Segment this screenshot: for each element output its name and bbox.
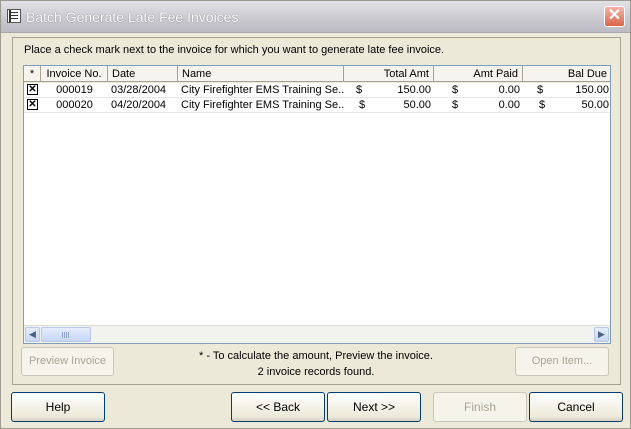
footnote-line-1: * - To calculate the amount, Preview the… bbox=[199, 350, 433, 362]
preview-invoice-button[interactable]: Preview Invoice bbox=[21, 347, 114, 376]
column-header-name[interactable]: Name bbox=[178, 66, 344, 82]
scroll-right-arrow-icon[interactable]: ▶ bbox=[594, 327, 609, 342]
bal-due-cell: $ 50.00 bbox=[523, 98, 610, 113]
footnote: * - To calculate the amount, Preview the… bbox=[181, 348, 451, 380]
column-header-invoice-no[interactable]: Invoice No. bbox=[41, 66, 108, 82]
row-checkbox[interactable]: ✕ bbox=[27, 99, 38, 110]
finish-button[interactable]: Finish bbox=[433, 392, 527, 422]
help-button[interactable]: Help bbox=[11, 392, 105, 422]
table-row[interactable]: ✕ 000020 04/20/2004 City Firefighter EMS… bbox=[24, 98, 610, 113]
bal-currency-symbol: $ bbox=[539, 99, 546, 111]
invoice-grid[interactable]: * Invoice No. Date Name Total Amt Amt Pa… bbox=[23, 65, 611, 344]
row-checkbox-cell: ✕ bbox=[24, 83, 41, 98]
total-amt-cell: $ 150.00 bbox=[344, 83, 434, 98]
open-item-button[interactable]: Open Item... bbox=[515, 347, 609, 376]
bal-due-cell: $ 150.00 bbox=[523, 83, 610, 98]
total-amt-value: 50.00 bbox=[403, 99, 431, 111]
window-title: Batch Generate Late Fee Invoices bbox=[26, 9, 239, 25]
column-header-total-amt[interactable]: Total Amt bbox=[344, 66, 434, 82]
amt-paid-value: 0.00 bbox=[498, 84, 520, 96]
column-header-check[interactable]: * bbox=[24, 66, 41, 82]
amt-paid-cell: $ 0.00 bbox=[434, 98, 523, 113]
amt-paid-cell: $ 0.00 bbox=[434, 83, 523, 98]
app-document-icon bbox=[7, 9, 21, 23]
total-currency-symbol: $ bbox=[359, 99, 366, 111]
name-cell: City Firefighter EMS Training Se... bbox=[178, 98, 344, 113]
column-header-amt-paid[interactable]: Amt Paid bbox=[434, 66, 523, 82]
back-button[interactable]: << Back bbox=[231, 392, 325, 422]
cancel-button[interactable]: Cancel bbox=[529, 392, 623, 422]
bal-currency-symbol: $ bbox=[537, 84, 544, 96]
column-header-date[interactable]: Date bbox=[108, 66, 178, 82]
invoice-no-cell: 000020 bbox=[41, 98, 108, 113]
title-bar[interactable]: Batch Generate Late Fee Invoices ✕ bbox=[1, 1, 630, 33]
total-amt-value: 150.00 bbox=[397, 84, 431, 96]
paid-currency-symbol: $ bbox=[452, 84, 459, 96]
invoice-no-cell: 000019 bbox=[41, 83, 108, 98]
bal-due-value: 50.00 bbox=[581, 99, 609, 111]
next-button[interactable]: Next >> bbox=[327, 392, 421, 422]
amt-paid-value: 0.00 bbox=[498, 99, 520, 111]
grid-header: * Invoice No. Date Name Total Amt Amt Pa… bbox=[24, 66, 610, 83]
name-cell: City Firefighter EMS Training Se... bbox=[178, 83, 344, 98]
scrollbar-thumb[interactable] bbox=[41, 327, 91, 342]
paid-currency-symbol: $ bbox=[452, 99, 459, 111]
close-icon[interactable]: ✕ bbox=[604, 6, 625, 27]
record-count-text: 2 invoice records found. bbox=[257, 366, 375, 378]
instruction-text: Place a check mark next to the invoice f… bbox=[24, 44, 445, 56]
invoice-panel: Place a check mark next to the invoice f… bbox=[12, 37, 621, 385]
column-header-bal-due[interactable]: Bal Due bbox=[523, 66, 610, 82]
total-amt-cell: $ 50.00 bbox=[344, 98, 434, 113]
table-row[interactable]: ✕ 000019 03/28/2004 City Firefighter EMS… bbox=[24, 83, 610, 98]
dialog-window: Batch Generate Late Fee Invoices ✕ Place… bbox=[0, 0, 631, 429]
horizontal-scrollbar[interactable]: ◀ ▶ bbox=[24, 325, 610, 343]
date-cell: 04/20/2004 bbox=[108, 98, 178, 113]
row-checkbox-cell: ✕ bbox=[24, 98, 41, 113]
date-cell: 03/28/2004 bbox=[108, 83, 178, 98]
scroll-left-arrow-icon[interactable]: ◀ bbox=[25, 327, 40, 342]
bal-due-value: 150.00 bbox=[575, 84, 609, 96]
row-checkbox[interactable]: ✕ bbox=[27, 84, 38, 95]
total-currency-symbol: $ bbox=[356, 84, 363, 96]
